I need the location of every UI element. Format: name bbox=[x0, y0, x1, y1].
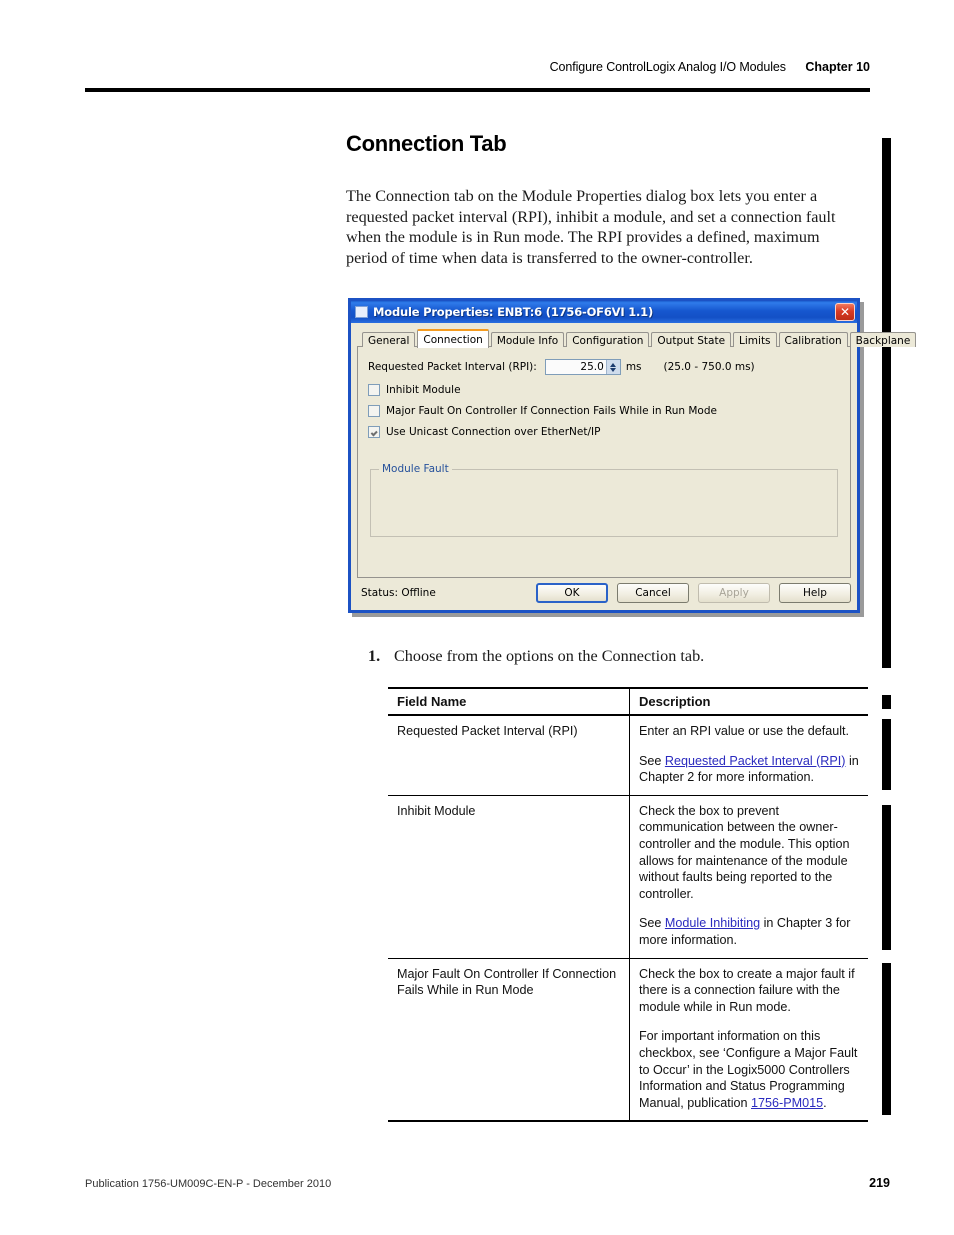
page-title: Connection Tab bbox=[346, 131, 507, 156]
apply-button: Apply bbox=[698, 583, 770, 603]
chevron-up-icon[interactable] bbox=[610, 362, 617, 367]
rpi-label: Requested Packet Interval (RPI): bbox=[368, 361, 537, 373]
page-header: Configure ControlLogix Analog I/O Module… bbox=[85, 60, 870, 74]
see-prefix: See bbox=[638, 916, 665, 931]
inhibit-module-row[interactable]: Inhibit Module bbox=[368, 384, 840, 396]
unicast-row[interactable]: Use Unicast Connection over EtherNet/IP bbox=[368, 426, 840, 438]
module-fault-legend: Module Fault bbox=[379, 463, 452, 475]
table-row: Requested Packet Interval (RPI) Enter an… bbox=[388, 715, 868, 796]
tab-module-info[interactable]: Module Info bbox=[490, 332, 565, 347]
cancel-button[interactable]: Cancel bbox=[617, 583, 689, 603]
rpi-unit-label: ms bbox=[625, 361, 642, 373]
tab-strip: General Connection Module Info Configura… bbox=[357, 328, 917, 348]
dialog-button-bar: Status: Offline OK Cancel Apply Help bbox=[357, 582, 851, 604]
chapter-label: Chapter 10 bbox=[805, 60, 870, 74]
intro-paragraph: The Connection tab on the Module Propert… bbox=[346, 187, 836, 267]
use-unicast-label: Use Unicast Connection over EtherNet/IP bbox=[386, 426, 601, 438]
close-icon[interactable]: ✕ bbox=[835, 303, 855, 321]
rpi-spinner[interactable] bbox=[544, 359, 621, 375]
tab-limits[interactable]: Limits bbox=[733, 332, 777, 347]
see-suffix: . bbox=[823, 1095, 827, 1110]
step-number: 1. bbox=[368, 647, 381, 665]
change-bar-3 bbox=[882, 719, 891, 790]
table-header-row: Field Name Description bbox=[388, 687, 868, 716]
use-unicast-checkbox[interactable] bbox=[368, 426, 380, 438]
description-reference: For important information on this checkb… bbox=[639, 1028, 859, 1111]
description-cell: Check the box to create a major fault if… bbox=[629, 958, 868, 1123]
column-header-description: Description bbox=[629, 687, 868, 716]
field-name-cell: Major Fault On Controller If Connection … bbox=[388, 958, 630, 1123]
cross-reference-link[interactable]: Requested Packet Interval (RPI) bbox=[665, 754, 846, 768]
table-row: Major Fault On Controller If Connection … bbox=[388, 958, 868, 1123]
dialog-title: Module Properties: ENBT:6 (1756-OF6VI 1.… bbox=[373, 305, 654, 319]
step-text: Choose from the options on the Connectio… bbox=[394, 647, 705, 665]
field-name-cell: Inhibit Module bbox=[388, 795, 630, 959]
step-1: 1. Choose from the options on the Connec… bbox=[368, 647, 704, 666]
description-paragraph: Enter an RPI value or use the default. bbox=[638, 724, 850, 738]
description-paragraph: Check the box to prevent communication b… bbox=[638, 803, 850, 901]
module-properties-dialog: Module Properties: ENBT:6 (1756-OF6VI 1.… bbox=[348, 298, 917, 613]
rpi-range-label: (25.0 - 750.0 ms) bbox=[663, 361, 755, 373]
column-header-field-name: Field Name bbox=[388, 687, 630, 716]
rpi-row: Requested Packet Interval (RPI): ms (25.… bbox=[368, 359, 840, 375]
rpi-spinner-arrows[interactable] bbox=[605, 360, 620, 374]
field-name-cell: Requested Packet Interval (RPI) bbox=[388, 715, 630, 796]
major-fault-row[interactable]: Major Fault On Controller If Connection … bbox=[368, 405, 840, 417]
change-bar-4 bbox=[882, 805, 891, 950]
rpi-input[interactable] bbox=[545, 360, 606, 374]
header-rule bbox=[85, 88, 870, 92]
field-description-table: Field Name Description Requested Packet … bbox=[388, 687, 868, 1123]
change-bar-1 bbox=[882, 138, 891, 668]
change-bar-5 bbox=[882, 963, 891, 1115]
tab-configuration[interactable]: Configuration bbox=[566, 332, 650, 347]
tab-general[interactable]: General bbox=[362, 332, 416, 347]
status-badge: Status: Offline bbox=[361, 587, 436, 599]
help-button[interactable]: Help bbox=[779, 583, 851, 603]
description-cell: Check the box to prevent communication b… bbox=[629, 795, 868, 959]
dialog-body: General Connection Module Info Configura… bbox=[351, 323, 917, 610]
module-fault-group: Module Fault bbox=[370, 463, 838, 537]
description-reference: See Module Inhibiting in Chapter 3 for m… bbox=[639, 915, 859, 948]
major-fault-label: Major Fault On Controller If Connection … bbox=[386, 405, 717, 417]
description-paragraph: Check the box to create a major fault if… bbox=[638, 966, 855, 1014]
dialog-titlebar: Module Properties: ENBT:6 (1756-OF6VI 1.… bbox=[351, 301, 857, 323]
tab-connection[interactable]: Connection bbox=[417, 329, 489, 348]
major-fault-checkbox[interactable] bbox=[368, 405, 380, 417]
tab-output-state[interactable]: Output State bbox=[651, 332, 732, 347]
running-head-text: Configure ControlLogix Analog I/O Module… bbox=[549, 60, 786, 74]
description-reference: See Requested Packet Interval (RPI) in C… bbox=[639, 753, 859, 786]
see-prefix: See bbox=[638, 753, 665, 768]
inhibit-module-label: Inhibit Module bbox=[386, 384, 461, 396]
footer-publication: Publication 1756-UM009C-EN-P - December … bbox=[85, 1178, 332, 1190]
change-bar-2 bbox=[882, 695, 891, 709]
dialog-buttons: OK Cancel Apply Help bbox=[536, 583, 851, 603]
inhibit-module-checkbox[interactable] bbox=[368, 384, 380, 396]
chevron-down-icon[interactable] bbox=[610, 367, 617, 372]
table-row: Inhibit Module Check the box to prevent … bbox=[388, 795, 868, 959]
ok-button[interactable]: OK bbox=[536, 583, 608, 603]
description-cell: Enter an RPI value or use the default. S… bbox=[629, 715, 868, 796]
publication-link[interactable]: 1756-PM015 bbox=[751, 1096, 823, 1110]
connection-tab-panel: Requested Packet Interval (RPI): ms (25.… bbox=[357, 346, 851, 578]
window-icon bbox=[355, 306, 368, 318]
footer-page-number: 219 bbox=[869, 1176, 890, 1190]
tab-backplane[interactable]: Backplane bbox=[849, 332, 917, 347]
tab-calibration[interactable]: Calibration bbox=[778, 332, 848, 347]
cross-reference-link[interactable]: Module Inhibiting bbox=[665, 916, 760, 930]
